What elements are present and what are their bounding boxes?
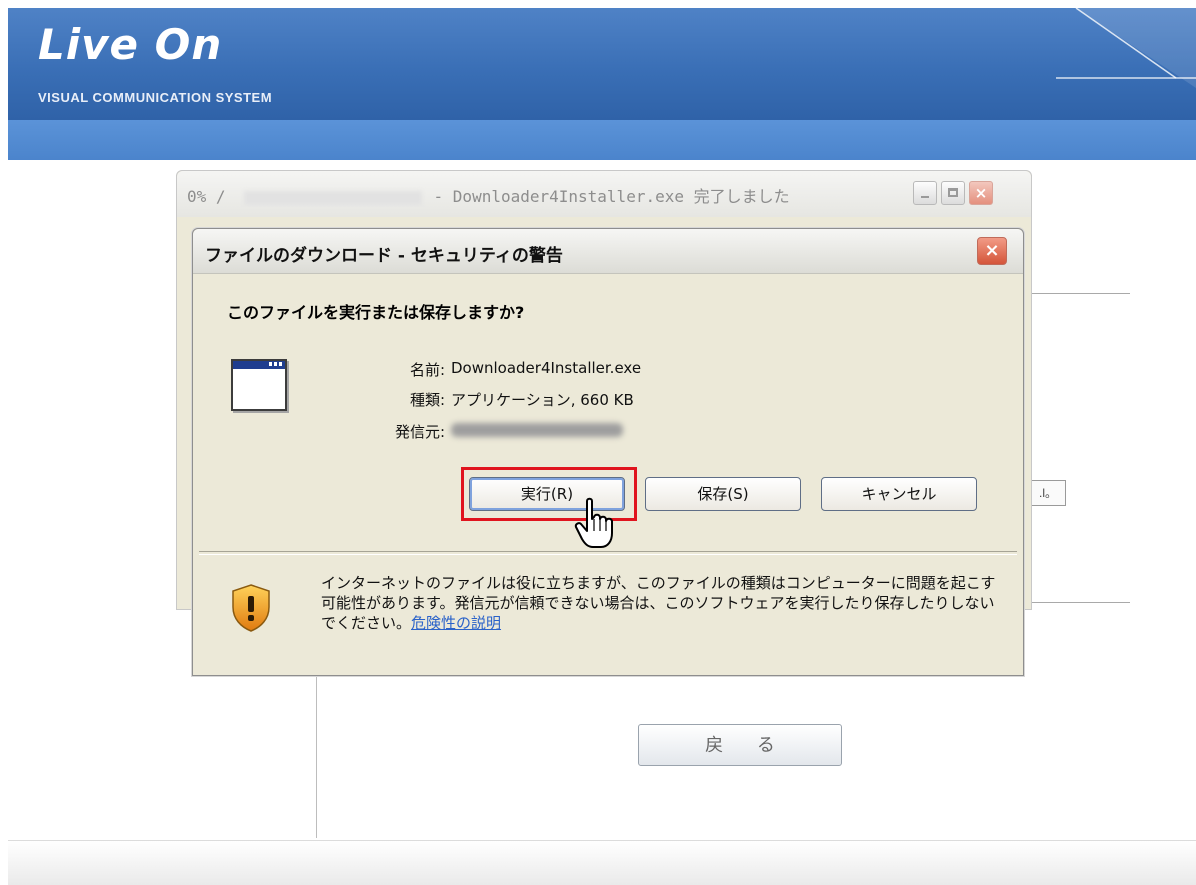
- dialog-body: このファイルを実行または保存しますか? 名前: Downloader4Insta…: [199, 279, 1017, 548]
- dialog-divider: [199, 551, 1017, 555]
- back-button[interactable]: 戻 る: [638, 724, 842, 766]
- save-button[interactable]: 保存(S): [645, 477, 801, 511]
- brand-logo: Live On: [38, 20, 223, 69]
- minimize-button[interactable]: [913, 181, 937, 205]
- publisher-label-cell: 発信元:: [357, 421, 445, 441]
- progress-title: 0% / - Downloader4Installer.exe 完了しました: [187, 183, 897, 207]
- name-label-cell: 名前:: [377, 359, 445, 379]
- banner-decoration: [1056, 8, 1196, 88]
- shield-warning-icon: [232, 584, 270, 632]
- hand-cursor-icon: [574, 497, 613, 548]
- progress-titlebar: 0% / - Downloader4Installer.exe 完了しました ×: [177, 171, 1031, 217]
- type-label-cell: 種類:: [377, 389, 445, 409]
- blurred-url: [243, 190, 422, 205]
- progress-close-button[interactable]: ×: [969, 181, 993, 205]
- close-icon: ×: [974, 184, 988, 202]
- dialog-titlebar: ファイルのダウンロード - セキュリティの警告 ×: [193, 229, 1023, 274]
- progress-title-suffix: - Downloader4Installer.exe 完了しました: [433, 187, 790, 206]
- maximize-button[interactable]: [941, 181, 965, 205]
- security-warning-text: インターネットのファイルは役に立ちますが、このファイルの種類はコンピューターに問…: [321, 573, 1001, 633]
- dialog-question: このファイルを実行または保存しますか?: [227, 303, 525, 322]
- close-icon: ×: [984, 240, 1000, 261]
- publisher-value-cell: [451, 423, 623, 441]
- page-divider: [1030, 602, 1130, 603]
- type-label: 種類:: [409, 391, 445, 409]
- page-divider: [1030, 293, 1130, 294]
- page-footer: [8, 840, 1196, 885]
- security-warning-dialog: ファイルのダウンロード - セキュリティの警告 × このファイルを実行または保存…: [192, 228, 1024, 676]
- application-icon: [231, 359, 287, 411]
- publisher-value-blurred: [451, 423, 623, 437]
- dialog-close-button[interactable]: ×: [977, 237, 1007, 265]
- risk-explanation-link[interactable]: 危険性の説明: [411, 614, 501, 632]
- header-subbar: [8, 120, 1196, 160]
- brand-tagline: VISUAL COMMUNICATION SYSTEM: [38, 90, 273, 105]
- page-vertical-divider: [316, 670, 317, 838]
- publisher-label: 発信元:: [394, 423, 445, 441]
- name-label: 名前:: [409, 361, 445, 379]
- page-fragment-box: .l。: [1030, 480, 1066, 506]
- progress-title-prefix: 0% /: [187, 187, 226, 206]
- cancel-button[interactable]: キャンセル: [821, 477, 977, 511]
- file-name-value: Downloader4Installer.exe: [451, 359, 642, 377]
- file-type-value: アプリケーション, 660 KB: [451, 391, 634, 409]
- dialog-title: ファイルのダウンロード - セキュリティの警告: [205, 246, 563, 266]
- header-banner: Live On VISUAL COMMUNICATION SYSTEM: [8, 8, 1196, 120]
